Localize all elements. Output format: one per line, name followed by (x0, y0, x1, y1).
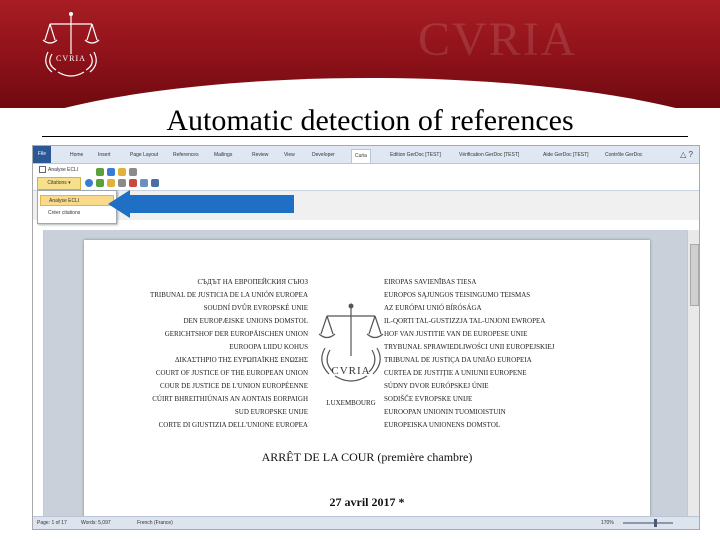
court-name-left: CÚIRT BHREITHIÚNAIS AN AONTAIS EORPAIGH (152, 395, 308, 403)
check-icon[interactable] (96, 179, 104, 187)
tab-developer[interactable]: Developer (309, 149, 338, 162)
pointer-arrow-icon (108, 190, 294, 218)
court-name-left: GERICHTSHOF DER EUROPÄISCHEN UNION (164, 330, 308, 338)
court-name-right: EUROOPAN UNIONIN TUOMIOISTUIN (384, 408, 506, 416)
word-window: File Home Insert Page Layout References … (32, 145, 700, 530)
status-page-count[interactable]: Page: 1 of 17 (37, 520, 67, 526)
tab-insert[interactable]: Insert (95, 149, 114, 162)
cvria-scales-logo-icon (42, 12, 100, 77)
link-icon[interactable] (107, 168, 115, 176)
menu-item-creer-citations[interactable]: Créer citations (40, 208, 114, 219)
tab-verification-gerdoc[interactable]: Vérification GerDoc [TEST] (456, 149, 522, 162)
tab-aide-gerdoc[interactable]: Aide GerDoc [TEST] (540, 149, 592, 162)
warning-icon[interactable] (129, 179, 137, 187)
court-name-left: СЪДЪТ НА ЕВРОПЕЙСКИЯ СЪЮЗ (197, 278, 308, 286)
tab-page-layout[interactable]: Page Layout (127, 149, 161, 162)
status-bar: Page: 1 of 17 Words: 5,097 French (Franc… (33, 516, 699, 529)
court-name-left: ΔΙΚΑΣΤΗΡΙΟ ΤΗΣ ΕΥΡΩΠΑΪΚΗΣ ΕΝΩΣΗΣ (175, 356, 308, 364)
court-name-right: SODIŠČE EVROPSKE UNIJE (384, 395, 473, 403)
grid-icon[interactable] (140, 179, 148, 187)
status-word-count[interactable]: Words: 5,097 (81, 520, 111, 526)
tab-view[interactable]: View (281, 149, 298, 162)
help-icon[interactable]: △ ? (680, 150, 693, 159)
court-name-right: AZ EURÓPAI UNIÓ BÍRÓSÁGA (384, 304, 482, 312)
judgment-date: 27 avril 2017 * (329, 495, 405, 509)
court-name-right: TRYBUNAŁ SPRAWIEDLIWOŚCI UNII EUROPEJSKI… (384, 343, 555, 351)
folder-icon[interactable] (107, 179, 115, 187)
document-page[interactable]: СЪДЪТ НА ЕВРОПЕЙСКИЯ СЪЮЗ TRIBUNAL DE JU… (84, 240, 650, 529)
tab-file[interactable]: File (33, 146, 52, 163)
status-language[interactable]: French (France) (137, 520, 173, 526)
tab-references[interactable]: References (170, 149, 202, 162)
vertical-ruler[interactable] (33, 230, 44, 516)
zoom-slider-thumb[interactable] (654, 519, 657, 527)
list-icon[interactable] (151, 179, 159, 187)
status-zoom-level[interactable]: 170% (601, 520, 614, 526)
tab-curia[interactable]: Curia (351, 149, 371, 163)
title-underline (42, 136, 688, 137)
court-name-left: COURT OF JUSTICE OF THE EUROPEAN UNION (155, 369, 308, 377)
globe-icon[interactable] (85, 179, 93, 187)
tab-home[interactable]: Home (67, 149, 86, 162)
court-name-left: SOUDNÍ DVŮR EVROPSKÉ UNIE (203, 304, 308, 312)
court-name-right: EIROPAS SAVIENĪBAS TIESA (384, 278, 477, 286)
court-name-right: EUROPOS SĄJUNGOS TEISINGUMO TEISMAS (384, 291, 531, 299)
court-name-left: SUD EUROPSKE UNIJE (234, 408, 308, 416)
tab-mailings[interactable]: Mailings (211, 149, 235, 162)
court-name-right: EUROPEISKA UNIONENS DOMSTOL (384, 421, 501, 429)
tab-controle-gerdoc[interactable]: Contrôle GerDoc (602, 149, 646, 162)
ribbon-curia-group: Analyse ECLI Citations ▾ (33, 164, 699, 191)
document-canvas: СЪДЪТ НА ЕВРОПЕЙСКИЯ СЪЮЗ TRIBUNAL DE JU… (44, 230, 687, 529)
court-name-right: HOF VAN JUSTITIE VAN DE EUROPESE UNIE (384, 330, 528, 338)
analyse-ecli-checkbox[interactable]: Analyse ECLI (39, 166, 78, 173)
emblem-caption: CVRIA (331, 365, 371, 377)
judgment-heading: ARRÊT DE LA COUR (première chambre) (261, 450, 473, 464)
checkbox-icon (39, 166, 46, 173)
star-icon[interactable] (118, 168, 126, 176)
vertical-scrollbar[interactable] (687, 230, 699, 516)
slide-header: CVRIA (0, 0, 720, 108)
zoom-slider[interactable] (623, 522, 673, 524)
court-name-right: IL-QORTI TAL-GUSTIZZJA TAL-UNJONI EWROPE… (384, 317, 546, 325)
ribbon-tab-bar: File Home Insert Page Layout References … (33, 146, 699, 164)
document-icon[interactable] (118, 179, 126, 187)
court-name-right: CURTEA DE JUSTIȚIE A UNIUNII EUROPENE (384, 369, 527, 377)
court-name-left: COUR DE JUSTICE DE L'UNION EUROPÉENNE (159, 382, 308, 390)
tick-icon[interactable] (96, 168, 104, 176)
header-watermark: CVRIA (418, 13, 578, 66)
menu-item-analyse-ecli[interactable]: Analyse ECLI (40, 195, 114, 206)
citations-dropdown-button[interactable]: Citations ▾ (37, 177, 81, 190)
court-name-right: TRIBUNAL DE JUSTIÇA DA UNIÃO EUROPEIA (384, 356, 532, 364)
court-name-left: DEN EUROPÆISKE UNIONS DOMSTOL (183, 317, 308, 325)
city-label: LUXEMBOURG (326, 399, 376, 407)
court-name-left: CORTE DI GIUSTIZIA DELL'UNIONE EUROPEA (158, 421, 308, 429)
court-name-left: TRIBUNAL DE JUSTICIA DE LA UNIÓN EUROPEA (149, 291, 308, 299)
page-icon[interactable] (129, 168, 137, 176)
tab-edition-gerdoc[interactable]: Edition GerDoc [TEST] (387, 149, 444, 162)
scrollbar-thumb[interactable] (690, 244, 699, 306)
court-name-right: SÚDNY DVOR EURÓPSKEJ ÚNIE (384, 382, 489, 390)
court-name-left: EUROOPA LIIDU KOHUS (229, 343, 308, 351)
tab-review[interactable]: Review (249, 149, 271, 162)
citations-dropdown-menu: Analyse ECLI Créer citations (37, 190, 117, 224)
logo-caption: CVRIA (56, 54, 86, 63)
slide-title: Automatic detection of references (166, 104, 574, 137)
analyse-ecli-checkbox-label: Analyse ECLI (48, 166, 79, 173)
